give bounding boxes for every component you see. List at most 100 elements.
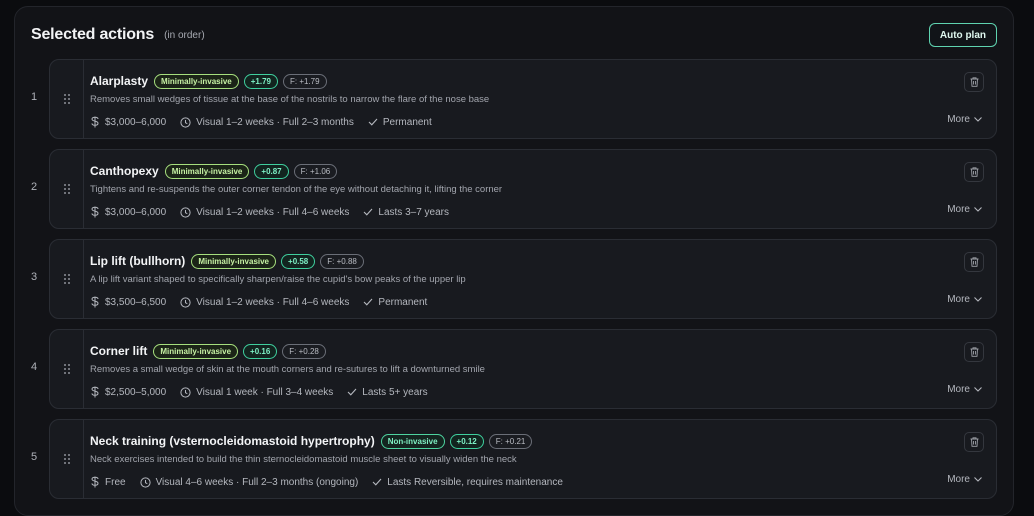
recovery-meta: Visual 1 week · Full 3–4 weeks: [180, 387, 333, 398]
action-description: Removes a small wedge of skin at the mou…: [90, 364, 485, 375]
cost-text: Free: [105, 476, 126, 488]
check-icon: [347, 388, 357, 396]
delete-button[interactable]: [964, 72, 984, 92]
duration-text: Permanent: [382, 116, 432, 128]
delta-badge: +1.79: [243, 73, 278, 89]
cost-text: $3,000–6,000: [105, 206, 167, 218]
clock-icon: [180, 116, 191, 128]
row-index: 4: [30, 361, 38, 373]
duration-text: Permanent: [378, 296, 428, 308]
chevron-down-icon: [974, 117, 982, 122]
trash-icon: [970, 437, 978, 447]
action-name: Alarplasty: [90, 74, 149, 88]
chevron-down-icon: [974, 477, 982, 482]
check-icon: [368, 118, 378, 126]
duration-text: Lasts Reversible, requires maintenance: [387, 476, 563, 488]
duration-meta: Lasts Reversible, requires maintenance: [372, 477, 563, 488]
delete-button[interactable]: [964, 252, 984, 272]
delete-button[interactable]: [964, 432, 984, 452]
action-description: A lip lift variant shaped to specificall…: [90, 274, 466, 285]
drag-handle-icon: [63, 184, 70, 194]
more-button[interactable]: More: [947, 204, 982, 215]
delete-button[interactable]: [964, 162, 984, 182]
delete-button[interactable]: [964, 342, 984, 362]
action-description: Removes small wedges of tissue at the ba…: [90, 94, 490, 105]
row-index: 2: [30, 181, 38, 193]
delta-badge: +0.16: [243, 343, 278, 359]
panel-header: Selected actions (in order) Auto plan: [31, 21, 997, 49]
action-card: Lip lift (bullhorn) Minimally-invasive +…: [49, 239, 997, 319]
drag-handle[interactable]: [50, 420, 84, 498]
f-score-badge: F: +0.88: [320, 253, 364, 269]
duration-meta: Permanent: [363, 297, 427, 308]
drag-handle-icon: [63, 94, 70, 104]
f-score-badge: F: +0.28: [282, 343, 326, 359]
cost-meta: $2,500–5,000: [90, 386, 166, 398]
f-score-badge: F: +1.79: [282, 73, 327, 89]
drag-handle[interactable]: [50, 240, 84, 318]
cost-meta: $3,000–6,000: [90, 206, 166, 218]
trash-icon: [970, 167, 978, 177]
more-label: More: [947, 474, 970, 485]
drag-handle[interactable]: [50, 150, 84, 228]
f-score-badge: F: +0.21: [488, 433, 533, 449]
action-card: Neck training (vsternocleidomastoid hype…: [49, 419, 997, 499]
duration-meta: Permanent: [368, 117, 432, 128]
delta-badge: +0.87: [254, 163, 289, 179]
category-badge: Minimally-invasive: [154, 73, 239, 89]
action-description: Tightens and re-suspends the outer corne…: [90, 184, 503, 195]
duration-meta: Lasts 3–7 years: [363, 207, 449, 218]
recovery-meta: Visual 1–2 weeks · Full 4–6 weeks: [180, 207, 349, 218]
more-button[interactable]: More: [947, 114, 982, 125]
drag-handle-icon: [63, 274, 70, 284]
cost-text: $3,000–6,000: [105, 116, 167, 128]
trash-icon: [970, 257, 978, 267]
check-icon: [364, 298, 373, 306]
recovery-meta: Visual 1–2 weeks · Full 2–3 months: [180, 117, 354, 128]
more-button[interactable]: More: [947, 294, 982, 305]
action-row: 4 Corner lift Minimally-invasive +0.16 F…: [15, 327, 1013, 417]
more-button[interactable]: More: [947, 474, 982, 485]
check-icon: [364, 208, 373, 216]
chevron-down-icon: [974, 387, 982, 392]
f-score-badge: F: +1.06: [293, 163, 338, 179]
trash-icon: [970, 77, 978, 87]
more-label: More: [947, 384, 970, 395]
delta-badge: +0.12: [449, 433, 484, 449]
more-button[interactable]: More: [947, 384, 982, 395]
dollar-icon: [91, 296, 99, 308]
duration-meta: Lasts 5+ years: [347, 386, 428, 398]
action-card: Alarplasty Minimally-invasive +1.79 F: +…: [49, 59, 997, 139]
action-description: Neck exercises intended to build the thi…: [90, 454, 517, 465]
action-row: 2 Canthopexy Minimally-invasive +0.87 F:…: [15, 147, 1013, 237]
clock-icon: [180, 296, 191, 308]
drag-handle[interactable]: [50, 330, 84, 408]
cost-text: $2,500–5,000: [105, 386, 167, 398]
drag-handle-icon: [63, 454, 70, 464]
clock-icon: [180, 386, 191, 398]
panel-subtitle: (in order): [164, 29, 205, 41]
recovery-text: Visual 4–6 weeks · Full 2–3 months (ongo…: [155, 476, 359, 488]
chevron-down-icon: [974, 207, 982, 212]
action-card: Corner lift Minimally-invasive +0.16 F: …: [49, 329, 997, 409]
duration-text: Lasts 3–7 years: [378, 206, 450, 218]
row-index: 5: [30, 451, 38, 463]
drag-handle[interactable]: [50, 60, 84, 138]
recovery-text: Visual 1 week · Full 3–4 weeks: [196, 386, 334, 398]
recovery-text: Visual 1–2 weeks · Full 2–3 months: [196, 116, 354, 128]
recovery-meta: Visual 1–2 weeks · Full 4–6 weeks: [180, 297, 349, 308]
panel-title: Selected actions: [31, 26, 155, 43]
category-badge: Minimally-invasive: [164, 163, 250, 179]
action-name: Neck training (vsternocleidomastoid hype…: [90, 434, 375, 448]
recovery-meta: Visual 4–6 weeks · Full 2–3 months (ongo…: [139, 476, 359, 488]
row-index: 3: [30, 271, 38, 283]
action-name: Canthopexy: [90, 164, 159, 178]
selected-actions-panel: Selected actions (in order) Auto plan 1 …: [14, 6, 1014, 516]
action-card: Canthopexy Minimally-invasive +0.87 F: +…: [49, 149, 997, 229]
duration-text: Lasts 5+ years: [362, 386, 428, 398]
chevron-down-icon: [974, 297, 982, 302]
action-name: Corner lift: [90, 344, 148, 358]
action-list: 1 Alarplasty Minimally-invasive +1.79 F:…: [15, 57, 1013, 507]
auto-plan-button[interactable]: Auto plan: [928, 23, 997, 47]
more-label: More: [947, 294, 970, 305]
